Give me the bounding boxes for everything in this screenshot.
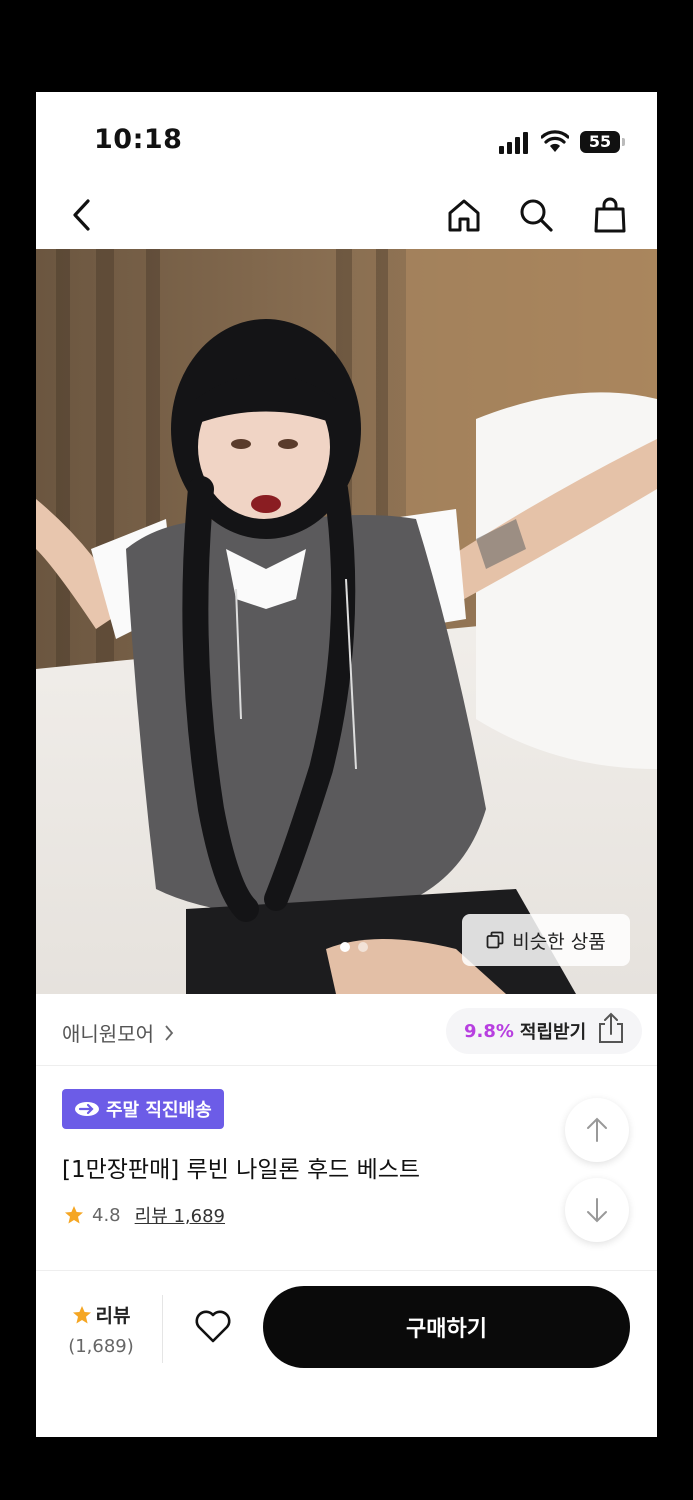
pagination-dot: [358, 942, 368, 952]
delivery-badge-label: 주말 직진배송: [106, 1100, 212, 1121]
cellular-signal-icon: [499, 132, 533, 154]
status-time: 10:18: [94, 124, 183, 155]
reward-label: 적립받기: [519, 1022, 587, 1043]
search-icon: [520, 199, 553, 232]
cart-button[interactable]: [588, 193, 632, 237]
phone-screen: 10:18 55 비슷한 상품 애니원모어 9.8% 적립받기 주말 직진배송 …: [36, 92, 657, 1437]
star-icon: [65, 1206, 83, 1224]
store-link[interactable]: 애니원모어: [62, 1018, 174, 1047]
wifi-icon: [541, 130, 569, 152]
reward-percent: 9.8%: [464, 1020, 514, 1042]
scroll-up-button[interactable]: [565, 1098, 629, 1162]
buy-button[interactable]: 구매하기: [263, 1286, 630, 1368]
product-image[interactable]: 비슷한 상품: [36, 249, 657, 994]
chevron-left-icon: [73, 199, 90, 231]
status-bar: 10:18 55: [36, 92, 657, 187]
like-button[interactable]: [192, 1305, 234, 1347]
product-title: [1만장판매] 루빈 나일론 후드 베스트: [62, 1157, 421, 1183]
arrow-down-icon: [587, 1198, 607, 1223]
top-nav: [36, 187, 657, 249]
divider: [162, 1295, 163, 1363]
chevron-right-icon: [165, 1024, 174, 1041]
bottom-action-bar: 리뷰 (1,689) 구매하기: [36, 1270, 657, 1437]
review-summary-count: (1,689): [68, 1336, 134, 1357]
rating-value: 4.8: [92, 1204, 121, 1226]
delivery-badge: 주말 직진배송: [62, 1089, 224, 1129]
battery-level: 55: [588, 132, 612, 151]
scroll-down-button[interactable]: [565, 1178, 629, 1242]
review-link[interactable]: 리뷰 1,689: [135, 1202, 225, 1228]
similar-products-button[interactable]: 비슷한 상품: [462, 914, 630, 966]
similar-products-label: 비슷한 상품: [512, 930, 606, 953]
share-icon[interactable]: [596, 1012, 626, 1044]
battery-icon: 55: [580, 131, 625, 153]
star-icon: [72, 1305, 91, 1323]
review-summary-label: 리뷰: [95, 1305, 131, 1327]
back-button[interactable]: [60, 193, 104, 237]
heart-icon: [195, 1310, 231, 1343]
pagination-dot-active: [340, 942, 350, 952]
delivery-arrow-icon: [75, 1102, 99, 1116]
product-photo: [36, 249, 657, 994]
arrow-up-icon: [587, 1117, 607, 1142]
store-name: 애니원모어: [62, 1022, 154, 1046]
home-icon: [448, 199, 480, 232]
review-summary-button[interactable]: 리뷰 (1,689): [66, 1301, 136, 1357]
home-button[interactable]: [442, 193, 486, 237]
copy-icon: [486, 931, 504, 949]
store-row: 애니원모어 9.8% 적립받기: [36, 994, 657, 1066]
rating-row: 4.8 리뷰 1,689: [64, 1202, 225, 1228]
shopping-bag-icon: [594, 197, 626, 233]
search-button[interactable]: [514, 193, 558, 237]
gallery-pagination: [340, 942, 368, 952]
